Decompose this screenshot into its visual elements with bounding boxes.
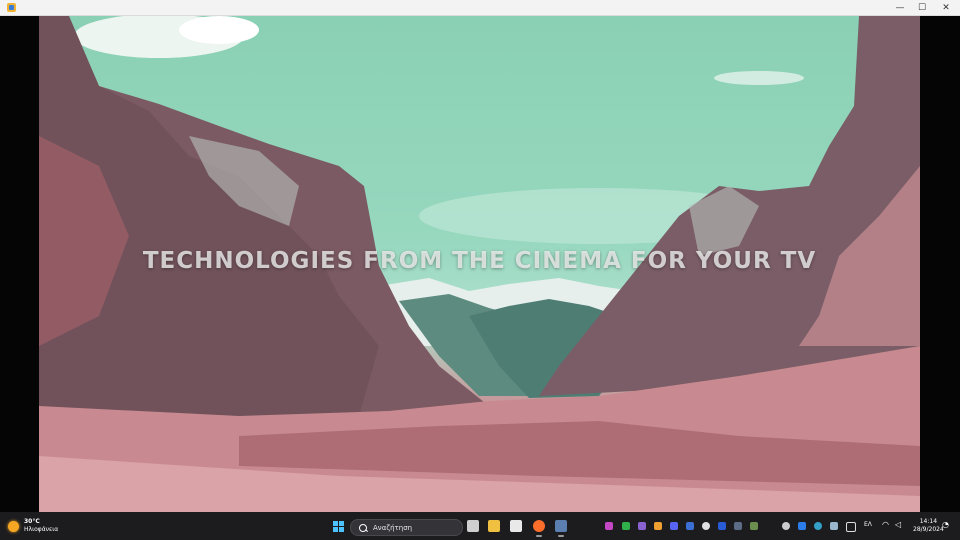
- video-frame[interactable]: TECHNOLOGIES FROM THE CINEMA FOR YOUR TV: [39, 16, 920, 512]
- bluetooth-icon[interactable]: [798, 522, 806, 530]
- weather-condition: Ηλιοφάνεια: [24, 526, 59, 533]
- clock-date: 28/9/2024: [913, 526, 944, 533]
- window-title-bar: — ☐ ✕: [0, 0, 960, 16]
- tray-app-icon-10[interactable]: [814, 522, 822, 530]
- tray-app-icon-2[interactable]: [622, 522, 630, 530]
- tray-app-icon-6[interactable]: [686, 522, 694, 530]
- media-player-icon: [7, 3, 16, 12]
- minimize-button[interactable]: —: [888, 0, 912, 15]
- task-view-icon[interactable]: [467, 520, 479, 532]
- weather-temperature: 30°C: [24, 518, 40, 525]
- clock-time: 14:14: [919, 518, 938, 525]
- file-explorer-icon[interactable]: [488, 520, 500, 532]
- volume-icon[interactable]: ◁: [895, 520, 901, 529]
- media-player-icon[interactable]: [555, 520, 567, 537]
- cloud-icon[interactable]: [702, 522, 710, 530]
- tray-app-icon-9[interactable]: [750, 522, 758, 530]
- search-box[interactable]: Αναζήτηση: [350, 519, 463, 536]
- wifi-icon[interactable]: ◠: [882, 520, 889, 529]
- clock[interactable]: 14:14 28/9/2024: [913, 518, 944, 534]
- tray-app-icon-7[interactable]: [718, 522, 726, 530]
- weather-widget[interactable]: 30°C Ηλιοφάνεια: [8, 517, 58, 535]
- video-caption: TECHNOLOGIES FROM THE CINEMA FOR YOUR TV: [142, 248, 817, 274]
- maximize-button[interactable]: ☐: [910, 0, 934, 15]
- display-icon[interactable]: [846, 522, 856, 532]
- tray-app-icon-8[interactable]: [734, 522, 742, 530]
- notification-bell-icon[interactable]: ◔: [942, 520, 949, 529]
- close-button[interactable]: ✕: [934, 0, 958, 15]
- language-indicator[interactable]: ΕΛ: [864, 521, 872, 528]
- store-icon[interactable]: [510, 520, 522, 532]
- sun-icon: [8, 520, 19, 532]
- send-icon[interactable]: [830, 522, 838, 530]
- windows-taskbar: 30°C Ηλιοφάνεια Αναζήτηση ΕΛ ◠ ◁ 14:14 2…: [0, 512, 960, 540]
- tray-app-icon-5[interactable]: [670, 522, 678, 530]
- tray-app-icon-4[interactable]: [654, 522, 662, 530]
- video-viewport[interactable]: TECHNOLOGIES FROM THE CINEMA FOR YOUR TV: [0, 16, 960, 512]
- search-icon: [359, 523, 367, 532]
- search-placeholder: Αναζήτηση: [373, 523, 413, 532]
- firefox-icon[interactable]: [533, 520, 545, 537]
- gear-icon[interactable]: [782, 522, 790, 530]
- start-icon[interactable]: [333, 521, 344, 532]
- tray-app-icon-3[interactable]: [638, 522, 646, 530]
- tray-app-icon-1[interactable]: [605, 522, 613, 530]
